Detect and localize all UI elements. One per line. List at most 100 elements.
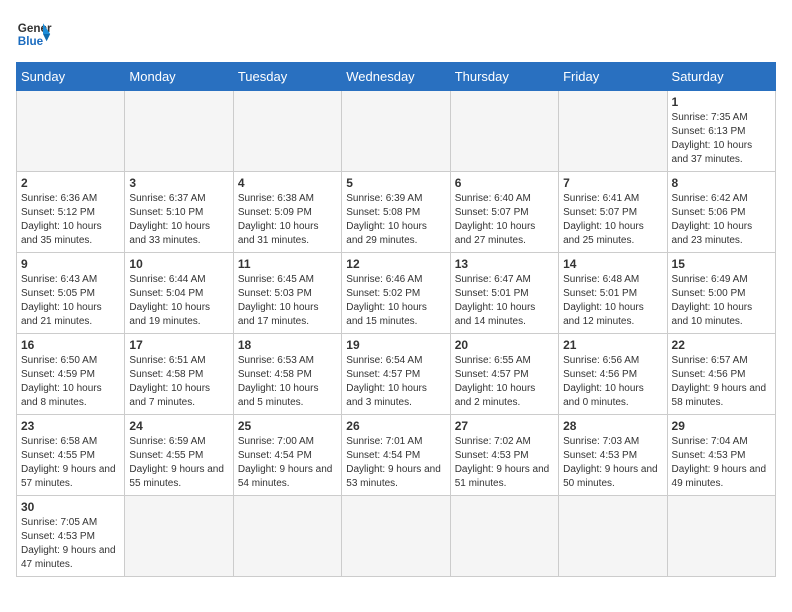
calendar-cell: 24 Sunrise: 6:59 AM Sunset: 4:55 PM Dayli… xyxy=(125,415,233,496)
logo: General Blue xyxy=(16,16,52,52)
weekday-header-wednesday: Wednesday xyxy=(342,63,450,91)
calendar-cell xyxy=(17,91,125,172)
day-info: Sunrise: 6:47 AM Sunset: 5:01 PM Dayligh… xyxy=(455,273,554,329)
calendar-cell: 16Sunrise: 6:50 AM Sunset: 4:59 PM Dayli… xyxy=(17,334,125,415)
calendar-cell: 5 Sunrise: 6:39 AM Sunset: 5:08 PM Daylig… xyxy=(342,172,450,253)
day-info: Sunrise: 6:56 AM Sunset: 4:56 PM Dayligh… xyxy=(563,354,662,410)
day-info: Sunrise: 6:48 AM Sunset: 5:01 PM Dayligh… xyxy=(563,273,662,329)
svg-text:Blue: Blue xyxy=(18,35,44,48)
day-info: Sunrise: 6:51 AM Sunset: 4:58 PM Dayligh… xyxy=(129,354,228,410)
calendar-cell: 21 Sunrise: 6:56 AM Sunset: 4:56 PM Dayli… xyxy=(559,334,667,415)
calendar-cell xyxy=(559,496,667,577)
day-info: Sunrise: 6:41 AM Sunset: 5:07 PM Dayligh… xyxy=(563,192,662,248)
day-info: Sunrise: 6:55 AM Sunset: 4:57 PM Dayligh… xyxy=(455,354,554,410)
day-number: 17 xyxy=(129,338,228,352)
calendar-week-row: 30Sunrise: 7:05 AM Sunset: 4:53 PM Dayli… xyxy=(17,496,776,577)
day-number: 11 xyxy=(238,257,337,271)
calendar-table: SundayMondayTuesdayWednesdayThursdayFrid… xyxy=(16,62,776,577)
calendar-cell: 28 Sunrise: 7:03 AM Sunset: 4:53 PM Dayli… xyxy=(559,415,667,496)
calendar-week-row: 9Sunrise: 6:43 AM Sunset: 5:05 PM Daylig… xyxy=(17,253,776,334)
day-number: 1 xyxy=(672,95,771,109)
calendar-cell: 13 Sunrise: 6:47 AM Sunset: 5:01 PM Dayli… xyxy=(450,253,558,334)
day-info: Sunrise: 6:44 AM Sunset: 5:04 PM Dayligh… xyxy=(129,273,228,329)
weekday-header-monday: Monday xyxy=(125,63,233,91)
day-info: Sunrise: 6:39 AM Sunset: 5:08 PM Dayligh… xyxy=(346,192,445,248)
page-header: General Blue xyxy=(16,16,776,52)
day-number: 7 xyxy=(563,176,662,190)
day-number: 21 xyxy=(563,338,662,352)
calendar-cell: 8 Sunrise: 6:42 AM Sunset: 5:06 PM Daylig… xyxy=(667,172,775,253)
calendar-cell xyxy=(125,91,233,172)
calendar-cell: 1 Sunrise: 7:35 AM Sunset: 6:13 PM Daylig… xyxy=(667,91,775,172)
day-info: Sunrise: 6:49 AM Sunset: 5:00 PM Dayligh… xyxy=(672,273,771,329)
day-number: 4 xyxy=(238,176,337,190)
calendar-cell: 14 Sunrise: 6:48 AM Sunset: 5:01 PM Dayli… xyxy=(559,253,667,334)
calendar-cell: 25Sunrise: 7:00 AM Sunset: 4:54 PM Dayli… xyxy=(233,415,341,496)
weekday-header-thursday: Thursday xyxy=(450,63,558,91)
day-number: 13 xyxy=(455,257,554,271)
calendar-cell: 17 Sunrise: 6:51 AM Sunset: 4:58 PM Dayli… xyxy=(125,334,233,415)
calendar-cell xyxy=(233,496,341,577)
day-info: Sunrise: 6:59 AM Sunset: 4:55 PM Dayligh… xyxy=(129,435,228,491)
calendar-cell: 12Sunrise: 6:46 AM Sunset: 5:02 PM Dayli… xyxy=(342,253,450,334)
day-number: 27 xyxy=(455,419,554,433)
weekday-header-sunday: Sunday xyxy=(17,63,125,91)
calendar-cell: 23Sunrise: 6:58 AM Sunset: 4:55 PM Dayli… xyxy=(17,415,125,496)
day-number: 5 xyxy=(346,176,445,190)
calendar-cell: 22 Sunrise: 6:57 AM Sunset: 4:56 PM Dayli… xyxy=(667,334,775,415)
day-number: 3 xyxy=(129,176,228,190)
day-number: 25 xyxy=(238,419,337,433)
calendar-cell xyxy=(342,91,450,172)
calendar-cell: 20 Sunrise: 6:55 AM Sunset: 4:57 PM Dayli… xyxy=(450,334,558,415)
calendar-week-row: 2Sunrise: 6:36 AM Sunset: 5:12 PM Daylig… xyxy=(17,172,776,253)
day-info: Sunrise: 6:38 AM Sunset: 5:09 PM Dayligh… xyxy=(238,192,337,248)
day-number: 8 xyxy=(672,176,771,190)
day-info: Sunrise: 7:03 AM Sunset: 4:53 PM Dayligh… xyxy=(563,435,662,491)
day-number: 14 xyxy=(563,257,662,271)
calendar-cell xyxy=(233,91,341,172)
calendar-cell: 30Sunrise: 7:05 AM Sunset: 4:53 PM Dayli… xyxy=(17,496,125,577)
day-info: Sunrise: 6:54 AM Sunset: 4:57 PM Dayligh… xyxy=(346,354,445,410)
calendar-cell xyxy=(125,496,233,577)
day-info: Sunrise: 7:35 AM Sunset: 6:13 PM Dayligh… xyxy=(672,111,771,167)
calendar-cell: 2Sunrise: 6:36 AM Sunset: 5:12 PM Daylig… xyxy=(17,172,125,253)
day-number: 28 xyxy=(563,419,662,433)
day-number: 2 xyxy=(21,176,120,190)
day-number: 20 xyxy=(455,338,554,352)
weekday-header-saturday: Saturday xyxy=(667,63,775,91)
calendar-cell: 29 Sunrise: 7:04 AM Sunset: 4:53 PM Dayli… xyxy=(667,415,775,496)
day-number: 26 xyxy=(346,419,445,433)
calendar-cell: 3Sunrise: 6:37 AM Sunset: 5:10 PM Daylig… xyxy=(125,172,233,253)
calendar-cell xyxy=(450,496,558,577)
calendar-cell: 18 Sunrise: 6:53 AM Sunset: 4:58 PM Dayli… xyxy=(233,334,341,415)
day-info: Sunrise: 6:42 AM Sunset: 5:06 PM Dayligh… xyxy=(672,192,771,248)
day-info: Sunrise: 6:57 AM Sunset: 4:56 PM Dayligh… xyxy=(672,354,771,410)
day-number: 10 xyxy=(129,257,228,271)
calendar-cell: 4 Sunrise: 6:38 AM Sunset: 5:09 PM Daylig… xyxy=(233,172,341,253)
day-info: Sunrise: 6:53 AM Sunset: 4:58 PM Dayligh… xyxy=(238,354,337,410)
weekday-header-row: SundayMondayTuesdayWednesdayThursdayFrid… xyxy=(17,63,776,91)
day-number: 22 xyxy=(672,338,771,352)
day-number: 18 xyxy=(238,338,337,352)
calendar-cell: 7 Sunrise: 6:41 AM Sunset: 5:07 PM Daylig… xyxy=(559,172,667,253)
calendar-cell: 19 Sunrise: 6:54 AM Sunset: 4:57 PM Dayli… xyxy=(342,334,450,415)
day-info: Sunrise: 7:04 AM Sunset: 4:53 PM Dayligh… xyxy=(672,435,771,491)
day-number: 23 xyxy=(21,419,120,433)
calendar-week-row: 16Sunrise: 6:50 AM Sunset: 4:59 PM Dayli… xyxy=(17,334,776,415)
day-number: 19 xyxy=(346,338,445,352)
day-number: 24 xyxy=(129,419,228,433)
calendar-week-row: 1 Sunrise: 7:35 AM Sunset: 6:13 PM Daylig… xyxy=(17,91,776,172)
day-info: Sunrise: 6:50 AM Sunset: 4:59 PM Dayligh… xyxy=(21,354,120,410)
calendar-cell: 15 Sunrise: 6:49 AM Sunset: 5:00 PM Dayli… xyxy=(667,253,775,334)
calendar-cell: 11Sunrise: 6:45 AM Sunset: 5:03 PM Dayli… xyxy=(233,253,341,334)
day-number: 29 xyxy=(672,419,771,433)
day-info: Sunrise: 6:43 AM Sunset: 5:05 PM Dayligh… xyxy=(21,273,120,329)
day-number: 30 xyxy=(21,500,120,514)
day-number: 6 xyxy=(455,176,554,190)
calendar-cell xyxy=(559,91,667,172)
calendar-week-row: 23Sunrise: 6:58 AM Sunset: 4:55 PM Dayli… xyxy=(17,415,776,496)
day-info: Sunrise: 6:46 AM Sunset: 5:02 PM Dayligh… xyxy=(346,273,445,329)
logo-icon: General Blue xyxy=(16,16,52,52)
calendar-cell xyxy=(667,496,775,577)
day-number: 15 xyxy=(672,257,771,271)
